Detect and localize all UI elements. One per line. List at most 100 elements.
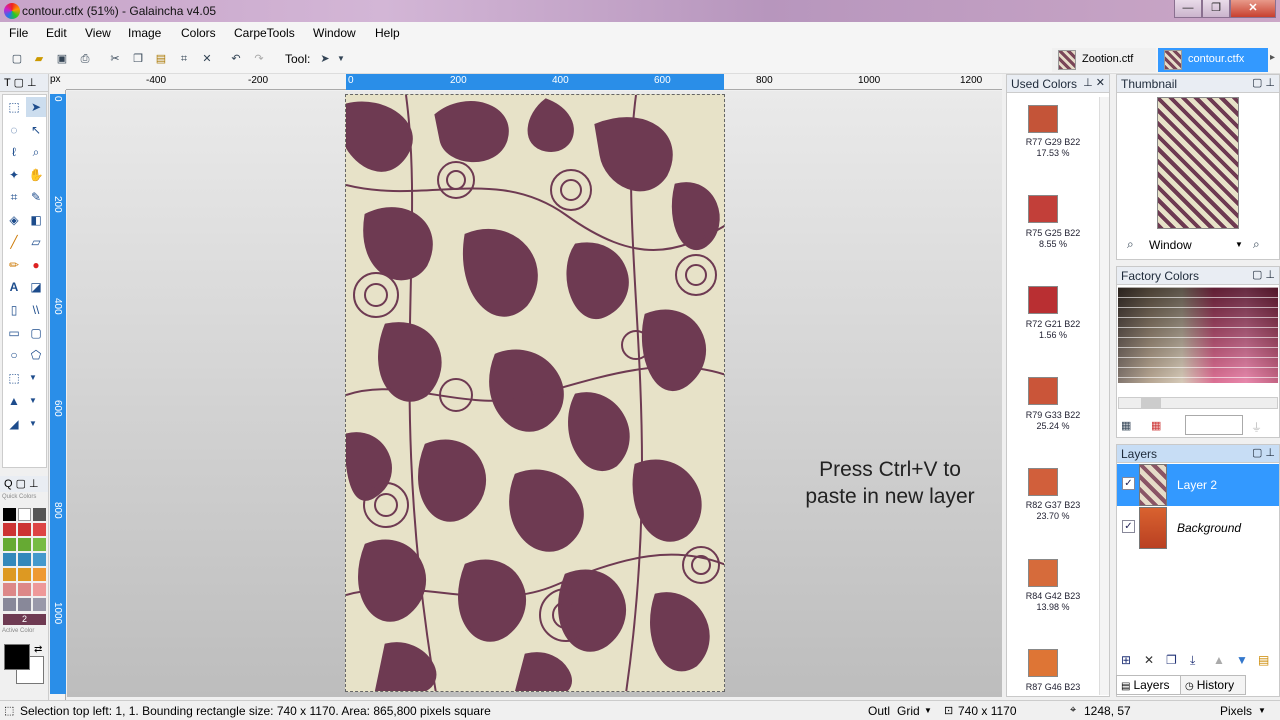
crop-tool-icon[interactable]: ⌗ — [4, 187, 24, 207]
filter-icon[interactable]: ⏚ — [1251, 419, 1262, 435]
pin-icon[interactable]: ▢ ⊥ — [1252, 268, 1275, 281]
color-swap-icon[interactable]: ● — [26, 255, 46, 275]
quick-color-swatch[interactable] — [3, 568, 16, 581]
pointer-tool-icon[interactable]: ➤ — [318, 52, 332, 66]
palette-index[interactable]: 2 — [3, 614, 46, 625]
zoom-in-icon[interactable]: ⌕ — [1253, 237, 1260, 252]
move-down-icon[interactable]: ▼ — [1236, 653, 1248, 667]
quick-color-swatch[interactable] — [3, 553, 16, 566]
tab-history[interactable]: ◷ History — [1180, 675, 1246, 695]
new-layer-icon[interactable]: ⊞ — [1121, 653, 1131, 667]
quick-color-swatch[interactable] — [3, 523, 16, 536]
quick-color-swatch[interactable] — [18, 553, 31, 566]
unit-select[interactable]: Pixels — [1220, 704, 1252, 718]
color-search-input[interactable] — [1185, 415, 1243, 435]
quick-color-swatch[interactable] — [33, 553, 46, 566]
frame-icon[interactable]: ▯ — [4, 300, 24, 320]
quick-color-swatch[interactable] — [3, 508, 16, 521]
polygon-icon[interactable]: ⬠ — [26, 345, 46, 365]
used-color-swatch[interactable] — [1028, 559, 1058, 587]
color-filter-icon[interactable]: ▦ — [1151, 419, 1161, 432]
eyedropper-icon[interactable]: ✎ — [26, 187, 46, 207]
crop-icon[interactable]: ⌗ — [177, 52, 191, 66]
menu-help[interactable]: Help — [375, 26, 400, 40]
maximize-button[interactable]: ❐ — [1202, 0, 1230, 18]
quick-color-swatch[interactable] — [3, 538, 16, 551]
text-icon[interactable]: A — [4, 277, 24, 297]
fill-icon[interactable]: ◈ — [4, 210, 24, 230]
new-file-icon[interactable]: ▢ — [10, 52, 24, 66]
close-button[interactable]: ✕ — [1230, 0, 1276, 18]
factory-color-grid[interactable] — [1118, 287, 1278, 383]
menu-view[interactable]: View — [85, 26, 111, 40]
merge-down-icon[interactable]: ⤓ — [1190, 653, 1195, 668]
ellipse-icon[interactable]: ○ — [4, 345, 24, 365]
save-icon[interactable]: ▣ — [55, 52, 69, 66]
quick-color-swatch[interactable] — [18, 508, 31, 521]
chevron-down-icon[interactable]: ▼ — [23, 368, 43, 388]
layer-properties-icon[interactable]: ▤ — [1258, 653, 1269, 667]
used-color-swatch[interactable] — [1028, 105, 1058, 133]
zoom-mode-value[interactable]: Window — [1149, 238, 1192, 252]
layer-row-background[interactable]: ✓ Background — [1117, 507, 1279, 549]
mountain-icon[interactable]: ▲ — [4, 391, 24, 411]
used-color-swatch[interactable] — [1028, 377, 1058, 405]
replace-color-icon[interactable]: ◧ — [26, 210, 46, 230]
rect-select-icon[interactable]: ⬚ — [4, 97, 24, 117]
chevron-down-icon[interactable]: ▼ — [334, 52, 348, 66]
redo-icon[interactable]: ↷ — [252, 52, 266, 66]
gradient-icon[interactable]: ◪ — [26, 277, 46, 297]
copy-icon[interactable]: ❐ — [131, 52, 145, 66]
used-colors-scrollbar[interactable] — [1099, 97, 1109, 695]
tab-contour[interactable]: contour.ctfx — [1158, 48, 1268, 72]
swap-colors-icon[interactable]: ⇄ — [34, 644, 42, 655]
menu-image[interactable]: Image — [128, 26, 161, 40]
chevron-down-icon[interactable]: ▼ — [1258, 706, 1266, 715]
used-color-swatch[interactable] — [1028, 286, 1058, 314]
tab-zootion[interactable]: Zootion.ctf — [1052, 48, 1156, 72]
pin-icon[interactable]: ▢ ⊥ — [1252, 76, 1275, 89]
quick-color-swatch[interactable] — [18, 598, 31, 611]
quick-color-swatch[interactable] — [18, 568, 31, 581]
chevron-down-icon[interactable]: ▼ — [1235, 240, 1243, 249]
quick-color-swatch[interactable] — [18, 538, 31, 551]
artwork-canvas[interactable] — [345, 94, 725, 692]
quick-color-swatch[interactable] — [3, 598, 16, 611]
layer-row-layer2[interactable]: ✓ Layer 2 — [1117, 464, 1279, 506]
duplicate-layer-icon[interactable]: ❐ — [1166, 653, 1177, 667]
outline-toggle[interactable]: Outl — [868, 704, 890, 718]
layer-name[interactable]: Background — [1177, 521, 1241, 535]
paste-icon[interactable]: ▤ — [154, 52, 168, 66]
quick-color-swatch[interactable] — [33, 523, 46, 536]
thumbnail-preview[interactable] — [1157, 97, 1239, 229]
chevron-down-icon[interactable]: ▼ — [23, 414, 43, 434]
quick-color-swatch[interactable] — [3, 583, 16, 596]
used-color-swatch[interactable] — [1028, 195, 1058, 223]
hand-icon[interactable]: ✋ — [26, 165, 46, 185]
quick-color-swatch[interactable] — [18, 583, 31, 596]
grid-view-icon[interactable]: ▦ — [1121, 419, 1131, 432]
delete-layer-icon[interactable]: ✕ — [1144, 653, 1154, 667]
quick-color-swatch[interactable] — [18, 523, 31, 536]
chevron-down-icon[interactable]: ▼ — [23, 391, 43, 411]
menu-window[interactable]: Window — [313, 26, 356, 40]
menu-file[interactable]: File — [9, 26, 28, 40]
quick-color-swatch[interactable] — [33, 568, 46, 581]
menu-carpetools[interactable]: CarpeTools — [234, 26, 295, 40]
used-color-swatch[interactable] — [1028, 468, 1058, 496]
ellipse-select-icon[interactable]: ◌ — [4, 120, 24, 140]
grid-toggle[interactable]: Grid — [897, 704, 920, 718]
clear-selection-icon[interactable]: ✕ — [200, 52, 214, 66]
move-up-icon[interactable]: ▲ — [1213, 653, 1225, 667]
quick-color-swatch[interactable] — [33, 508, 46, 521]
brush-icon[interactable]: ╱ — [4, 232, 24, 252]
triangle-icon[interactable]: ◢ — [4, 414, 24, 434]
scroll-thumb[interactable] — [1141, 398, 1161, 408]
tab-layers[interactable]: ▤ Layers — [1116, 675, 1181, 695]
layer-name[interactable]: Layer 2 — [1177, 478, 1217, 492]
minimize-button[interactable]: — — [1174, 0, 1202, 18]
pin-icon[interactable]: ▢ ⊥ — [1252, 446, 1275, 459]
menu-colors[interactable]: Colors — [181, 26, 216, 40]
visibility-checkbox[interactable]: ✓ — [1122, 477, 1135, 490]
shape-select-icon[interactable]: ⬚ — [4, 368, 24, 388]
